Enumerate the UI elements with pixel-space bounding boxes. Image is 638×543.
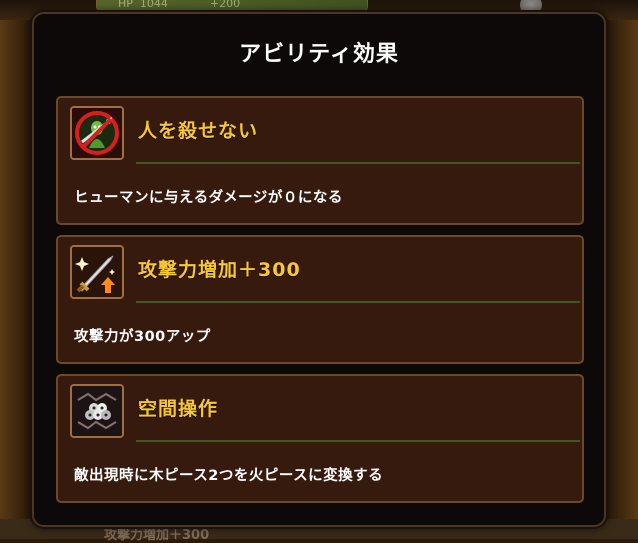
sword-up-icon	[70, 245, 124, 299]
no-kill-icon	[70, 106, 124, 160]
ability-name: 人を殺せない	[138, 120, 259, 142]
background-right-frame	[608, 0, 638, 539]
divider	[136, 440, 580, 442]
ability-description: 敵出現時に木ピース2つを火ピースに変換する	[74, 468, 384, 484]
ability-description: ヒューマンに与えるダメージが０になる	[74, 190, 343, 206]
ability-card: 空間操作 敵出現時に木ピース2つを火ピースに変換する	[56, 374, 584, 503]
ability-card: 攻撃力増加＋300 攻撃力が300アップ	[56, 235, 584, 364]
background-left-frame	[0, 0, 30, 539]
ability-name: 空間操作	[138, 398, 219, 420]
ability-card: 人を殺せない ヒューマンに与えるダメージが０になる	[56, 96, 584, 225]
ability-name: 攻撃力増加＋300	[138, 259, 301, 281]
ability-effect-modal[interactable]: アビリティ効果 人を殺せない ヒューマンに与えるダメージが０になる 攻撃力増加＋…	[32, 12, 606, 527]
ability-description: 攻撃力が300アップ	[74, 329, 211, 345]
space-control-icon	[70, 384, 124, 438]
background-hp-label: HP 1044 +200	[118, 0, 241, 10]
divider	[136, 162, 580, 164]
modal-title: アビリティ効果	[239, 42, 399, 67]
divider	[136, 301, 580, 303]
